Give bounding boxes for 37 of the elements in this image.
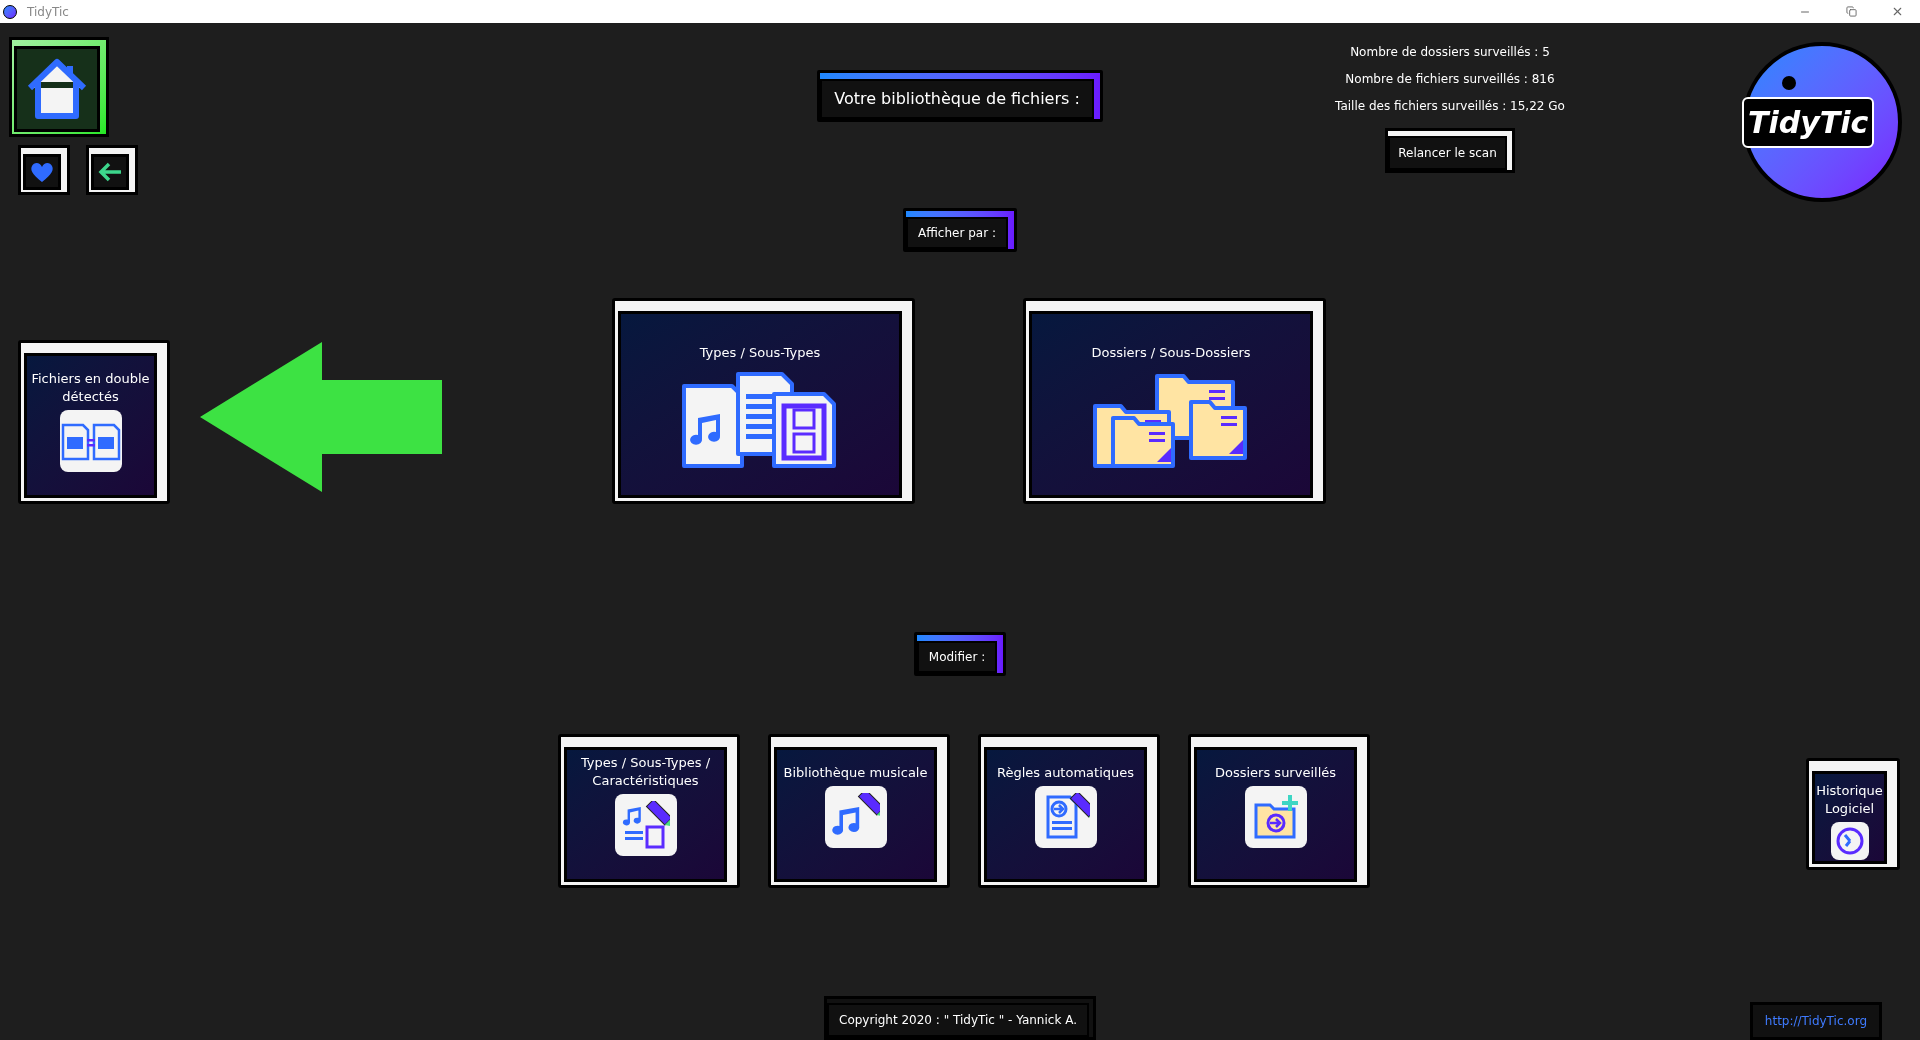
view-option-card[interactable]: Types / Sous-Types <box>612 298 915 504</box>
copyright-label: Copyright 2020 : " TidyTic " - Yannick A. <box>824 996 1096 1040</box>
duplicate-files-icon <box>60 421 121 461</box>
section-label: Afficher par : <box>903 208 1017 252</box>
stat-text: Taille des fichiers surveillés : 15,22 Go <box>1335 99 1565 114</box>
edit-option-card[interactable]: Dossiers surveillés <box>1188 734 1370 888</box>
card-label: Dossiers / Sous-Dossiers <box>1090 344 1252 362</box>
duplicates-button[interactable]: Fichiers en double détectés <box>18 340 170 504</box>
left-arrow-icon <box>200 342 442 492</box>
card-label: Types / Sous-Types <box>698 344 822 362</box>
stat-text: Nombre de fichiers surveillés : 816 <box>1345 72 1555 87</box>
card-label: Dossiers surveillés <box>1214 764 1337 782</box>
restore-icon <box>1845 6 1857 17</box>
history-button[interactable]: Historique Logiciel <box>1806 758 1900 870</box>
stat-text: Nombre de dossiers surveillés : 5 <box>1350 45 1550 60</box>
card-label: Types / Sous-Types / Caractéristiques <box>579 754 712 790</box>
section-label: Votre bibliothèque de fichiers : <box>817 70 1103 122</box>
edit-option-card[interactable]: Types / Sous-Types / Caractéristiques <box>558 734 740 888</box>
section-label: Modifier : <box>913 632 1007 676</box>
logo-text: TidyTic <box>1742 96 1875 148</box>
heart-icon <box>30 161 54 183</box>
window-title: TidyTic <box>27 3 69 21</box>
media-edit-icon <box>621 801 670 849</box>
card-label: Historique Logiciel <box>1815 782 1884 818</box>
app-icon <box>3 4 17 19</box>
card-label: Fichiers en double détectés <box>30 370 151 406</box>
website-link[interactable]: http://TidyTic.org <box>1749 1002 1882 1040</box>
rescan-button[interactable]: Relancer le scan <box>1385 128 1515 173</box>
card-label: Règles automatiques <box>995 764 1136 782</box>
back-arrow-icon <box>97 161 123 183</box>
card-label: Bibliothèque musicale <box>782 764 929 782</box>
favorites-button[interactable] <box>18 145 70 195</box>
back-button[interactable] <box>86 145 138 195</box>
edit-option-card[interactable]: Règles automatiques <box>978 734 1160 888</box>
edit-option-card[interactable]: Bibliothèque musicale <box>768 734 950 888</box>
home-button[interactable] <box>9 37 109 137</box>
view-option-card[interactable]: Dossiers / Sous-Dossiers <box>1023 298 1326 504</box>
